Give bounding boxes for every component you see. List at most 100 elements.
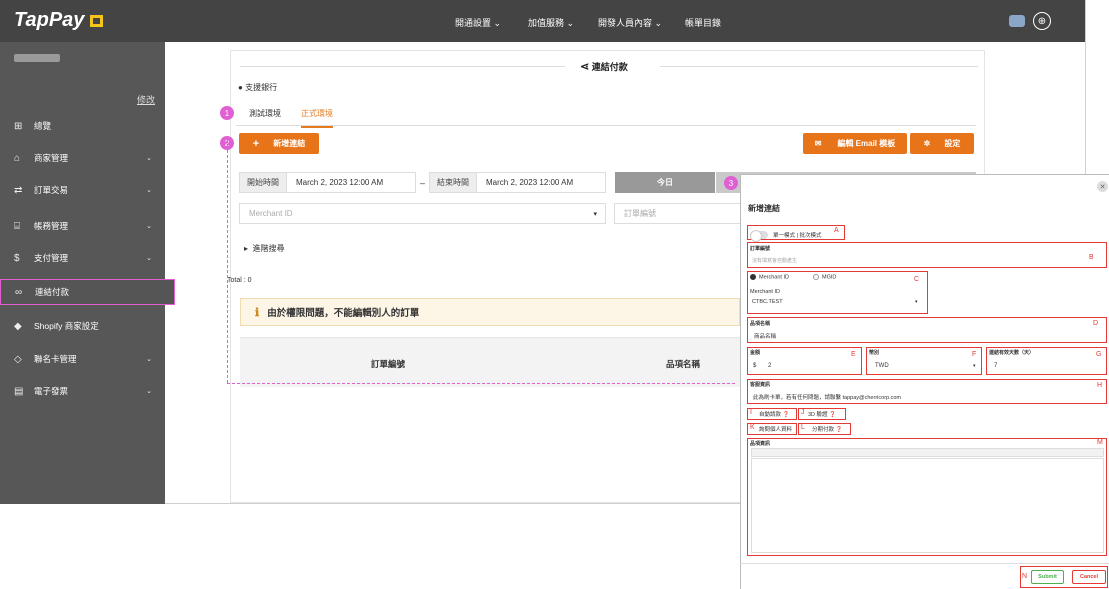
sidebar-item-orders[interactable]: ⇄ 訂單交易 ⌄ (0, 174, 165, 206)
caret-right-icon: ▸ (244, 244, 249, 253)
annotation-box-b (747, 242, 1107, 268)
page-title: ⋖ 連結付款 (580, 61, 628, 73)
nav-activation[interactable]: 開通設置 ⌄ (455, 16, 501, 29)
merchant-id-select[interactable]: CTBC.TEST (752, 299, 783, 305)
settings-button[interactable]: ✲ 設定 (910, 133, 974, 154)
shopify-icon: ◆ (14, 320, 22, 332)
new-link-button[interactable]: + 新增連結 (239, 133, 319, 154)
info-icon: ● (238, 83, 243, 92)
annotation-box-d (747, 317, 1107, 343)
user-avatar[interactable] (1009, 15, 1025, 27)
edit-email-template-button[interactable]: ✉ 編輯 Email 模板 (803, 133, 907, 154)
sidebar-item-overview[interactable]: ⊞ 總覽 (0, 110, 165, 142)
annotation-marker-j: J (801, 409, 805, 416)
mode-toggle[interactable] (750, 230, 768, 242)
nav-value-added[interactable]: 加值服務 ⌄ (528, 16, 574, 29)
radio-mgid[interactable]: MGID (813, 274, 836, 280)
sidebar-item-merchant[interactable]: ⌂ 商家管理 ⌄ (0, 142, 165, 174)
chevron-down-icon: ▾ (915, 299, 918, 305)
card-icon: ◇ (14, 353, 22, 365)
annotation-marker-f: F (972, 351, 977, 358)
currency-select[interactable]: TWD (875, 363, 889, 369)
item-info-toolbar (751, 448, 1104, 457)
tab-divider (236, 125, 976, 126)
currency-label: 幣別 (869, 350, 880, 356)
tab-test-env[interactable]: 測試環境 (249, 108, 281, 119)
payment-icon: $ (14, 252, 20, 264)
order-no-label: 訂單編號 (750, 246, 771, 252)
edit-profile-link[interactable]: 修改 (137, 93, 155, 106)
range-dash: – (420, 178, 426, 188)
annotation-connector (227, 140, 228, 383)
submit-button[interactable]: Submit (1031, 570, 1064, 584)
chevron-down-icon: ▾ (973, 363, 976, 369)
3d-verify-checkbox[interactable]: 3D 驗證 ❓ (808, 410, 836, 418)
step-badge-1: 1 (220, 106, 234, 120)
annotation-marker-m: M (1097, 439, 1103, 446)
item-info-label: 品項資訊 (750, 441, 771, 447)
chevron-down-icon: ⌄ (146, 388, 152, 395)
top-navbar: TapPay 開通設置 ⌄ 加值服務 ⌄ 開發人員內容 ⌄ 帳單目錄 ⊕ (0, 0, 1085, 42)
valid-days-input[interactable]: 7 (994, 363, 997, 369)
annotation-marker-h: H (1097, 382, 1103, 389)
end-time-field[interactable]: 結束時間 March 2, 2023 12:00 AM (429, 172, 606, 193)
support-bank[interactable]: ● 支援銀行 (238, 82, 277, 93)
cs-label: 客服資訊 (750, 382, 771, 388)
sidebar-item-einvoice[interactable]: ▤ 電子發票 ⌄ (0, 375, 165, 407)
chevron-down-icon: ⌄ (146, 255, 152, 262)
auto-request-checkbox[interactable]: 自動請款 ❓ (759, 410, 789, 418)
nav-billing[interactable]: 帳單目錄 (685, 16, 721, 29)
sidebar-item-payment-link[interactable]: ∞ 連結付款 (0, 279, 175, 305)
today-button[interactable]: 今日 (615, 172, 715, 193)
chevron-down-icon: ⌄ (146, 187, 152, 194)
radio-merchant-id[interactable]: Merchant ID (750, 274, 789, 280)
plus-icon: + (252, 137, 260, 150)
table-header: 訂單編號 品項名稱 (240, 337, 740, 387)
divider (660, 66, 978, 67)
bank-icon: ⌸ (14, 220, 20, 232)
amount-label: 金額 (750, 350, 761, 356)
help-icon: ❓ (835, 427, 843, 433)
col-item-name: 品項名稱 (666, 359, 701, 369)
merchant-id-select[interactable]: Merchant ID ▾ (239, 203, 606, 224)
annotation-box-e (747, 347, 862, 375)
advanced-search-toggle[interactable]: ▸ 進階搜尋 (244, 243, 284, 254)
dashboard-icon: ⊞ (14, 120, 23, 132)
share-icon: ⋖ (580, 61, 590, 73)
valid-days-label: 連結有效天數（天） (989, 350, 1035, 356)
cs-input[interactable]: 此為刷卡單，若有任何問題，請聯繫 tappay@cherricorp.com (753, 393, 901, 401)
cancel-button[interactable]: Cancel (1072, 570, 1106, 584)
amount-input[interactable]: 2 (768, 363, 771, 369)
order-number-input[interactable]: 訂單編號 (614, 203, 744, 224)
close-icon[interactable]: ✕ (1097, 181, 1108, 192)
invoice-icon: ▤ (14, 385, 24, 397)
sidebar-item-payment[interactable]: $ 支付管理 ⌄ (0, 242, 165, 274)
sidebar-item-shopify[interactable]: ◆ Shopify 商家設定 (0, 310, 165, 342)
annotation-marker-k: K (750, 424, 755, 431)
help-icon: ❓ (829, 412, 836, 418)
divider (240, 66, 565, 67)
sidebar-item-cobrand-card[interactable]: ◇ 聯名卡管理 ⌄ (0, 343, 165, 375)
installment-checkbox[interactable]: 分期付款 ❓ (812, 425, 842, 433)
modal-title: 新增連結 (748, 204, 780, 213)
annotation-marker-a: A (834, 227, 839, 234)
profile-name-redacted (14, 54, 60, 62)
order-no-input[interactable]: 沒有填寫會自動產生 (752, 257, 797, 264)
sidebar-item-accounting[interactable]: ⌸ 帳務管理 ⌄ (0, 210, 165, 242)
globe-icon[interactable]: ⊕ (1033, 12, 1051, 30)
nav-developer[interactable]: 開發人員內容 ⌄ (598, 16, 662, 29)
link-icon: ∞ (15, 286, 23, 298)
chevron-down-icon: ⌄ (146, 356, 152, 363)
item-name-input[interactable]: 商品名稱 (754, 332, 776, 340)
item-name-label: 品項名稱 (750, 321, 771, 327)
start-time-field[interactable]: 開始時間 March 2, 2023 12:00 AM (239, 172, 416, 193)
item-info-textarea[interactable] (751, 458, 1104, 553)
chevron-down-icon: ⌄ (146, 155, 152, 162)
chevron-down-icon: ▾ (593, 210, 597, 218)
permission-warning: ℹ 由於權限問題，不能編輯別人的訂單 (240, 298, 740, 326)
col-order-number: 訂單編號 (371, 359, 406, 369)
tappay-logo[interactable]: TapPay (14, 9, 104, 32)
annotation-marker-b: B (1089, 254, 1094, 261)
ask-personal-info-checkbox[interactable]: 詢問個人資料 (759, 425, 792, 433)
store-icon: ⌂ (14, 152, 21, 164)
